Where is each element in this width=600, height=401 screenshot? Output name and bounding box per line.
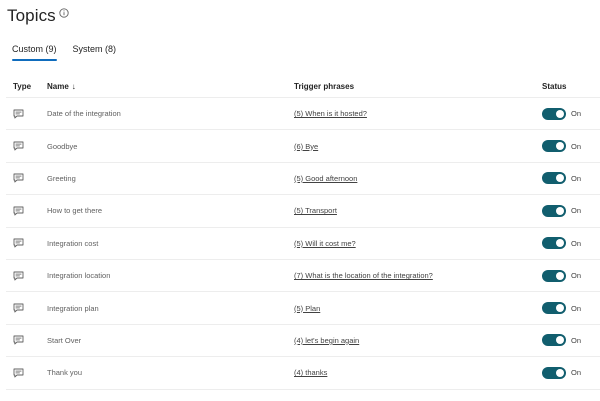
column-header-trigger-phrases[interactable]: Trigger phrases — [287, 82, 534, 91]
topic-name[interactable]: Thank you — [39, 368, 287, 377]
table-header: Type Name ↓ Trigger phrases Status — [6, 76, 600, 98]
status-toggle[interactable] — [542, 140, 566, 153]
chat-icon — [13, 206, 24, 216]
chat-icon — [13, 335, 24, 345]
status-toggle[interactable] — [542, 172, 566, 185]
tab-custom[interactable]: Custom (9) — [12, 44, 57, 61]
status-label: On — [571, 335, 582, 345]
chat-icon — [13, 173, 24, 183]
chat-icon — [13, 238, 24, 248]
toggle-knob — [556, 206, 564, 215]
status-toggle[interactable] — [542, 204, 566, 217]
topic-name[interactable]: Integration cost — [39, 239, 287, 248]
table-body: Date of the integration (5) When is it ho… — [6, 98, 600, 390]
topics-table: Type Name ↓ Trigger phrases Status Date o… — [6, 76, 600, 390]
table-row[interactable]: Start Over (4) let's begin again On — [6, 325, 600, 358]
toggle-knob — [556, 142, 564, 151]
toggle-knob — [556, 368, 564, 377]
topic-name[interactable]: Greeting — [39, 174, 287, 183]
toggle-knob — [556, 336, 564, 345]
trigger-phrases-link[interactable]: (5) Transport — [294, 206, 337, 215]
table-row[interactable]: Date of the integration (5) When is it ho… — [6, 98, 600, 131]
status-toggle[interactable] — [542, 269, 566, 282]
toggle-knob — [556, 271, 564, 280]
topic-name[interactable]: How to get there — [39, 206, 287, 215]
info-icon[interactable] — [59, 8, 69, 18]
toggle-knob — [556, 109, 564, 118]
status-label: On — [571, 368, 582, 378]
toggle-knob — [556, 174, 564, 183]
table-row[interactable]: Integration location (7) What is the loca… — [6, 260, 600, 293]
status-label: On — [571, 109, 582, 119]
trigger-phrases-link[interactable]: (4) thanks — [294, 368, 327, 377]
column-header-type[interactable]: Type — [6, 82, 39, 91]
table-row[interactable]: Thank you (4) thanks On — [6, 357, 600, 390]
column-header-status[interactable]: Status — [534, 82, 600, 91]
trigger-phrases-link[interactable]: (4) let's begin again — [294, 336, 359, 345]
table-row[interactable]: Integration plan (5) Plan On — [6, 292, 600, 325]
status-label: On — [571, 271, 582, 281]
table-row[interactable]: Greeting (5) Good afternoon On — [6, 163, 600, 196]
column-header-name[interactable]: Name ↓ — [39, 82, 287, 91]
page-title: Topics — [7, 6, 56, 25]
status-label: On — [571, 206, 582, 216]
topic-name[interactable]: Goodbye — [39, 142, 287, 151]
status-toggle[interactable] — [542, 237, 566, 250]
status-toggle[interactable] — [542, 107, 566, 120]
trigger-phrases-link[interactable]: (5) Will it cost me? — [294, 239, 356, 248]
status-label: On — [571, 303, 582, 313]
topic-name[interactable]: Start Over — [39, 336, 287, 345]
chat-icon — [13, 368, 24, 378]
table-row[interactable]: How to get there (5) Transport On — [6, 195, 600, 228]
topic-name[interactable]: Integration plan — [39, 304, 287, 313]
trigger-phrases-link[interactable]: (5) When is it hosted? — [294, 109, 367, 118]
status-toggle[interactable] — [542, 334, 566, 347]
toggle-knob — [556, 304, 564, 313]
chat-icon — [13, 271, 24, 281]
trigger-phrases-link[interactable]: (5) Plan — [294, 304, 320, 313]
status-toggle[interactable] — [542, 302, 566, 315]
chat-icon — [13, 303, 24, 313]
trigger-phrases-link[interactable]: (5) Good afternoon — [294, 174, 357, 183]
trigger-phrases-link[interactable]: (7) What is the location of the integrat… — [294, 271, 433, 280]
topic-tabs: Custom (9) System (8) — [12, 44, 116, 61]
trigger-phrases-link[interactable]: (6) Bye — [294, 142, 318, 151]
status-label: On — [571, 141, 582, 151]
topic-name[interactable]: Date of the integration — [39, 109, 287, 118]
topic-name[interactable]: Integration location — [39, 271, 287, 280]
page-header: Topics — [7, 6, 69, 26]
status-label: On — [571, 173, 582, 183]
chat-icon — [13, 109, 24, 119]
status-toggle[interactable] — [542, 366, 566, 379]
toggle-knob — [556, 239, 564, 248]
table-row[interactable]: Goodbye (6) Bye On — [6, 130, 600, 163]
tab-system[interactable]: System (8) — [73, 44, 117, 61]
table-row[interactable]: Integration cost (5) Will it cost me? On — [6, 228, 600, 260]
status-label: On — [571, 238, 582, 248]
sort-descending-icon: ↓ — [71, 82, 76, 91]
chat-icon — [13, 141, 24, 151]
